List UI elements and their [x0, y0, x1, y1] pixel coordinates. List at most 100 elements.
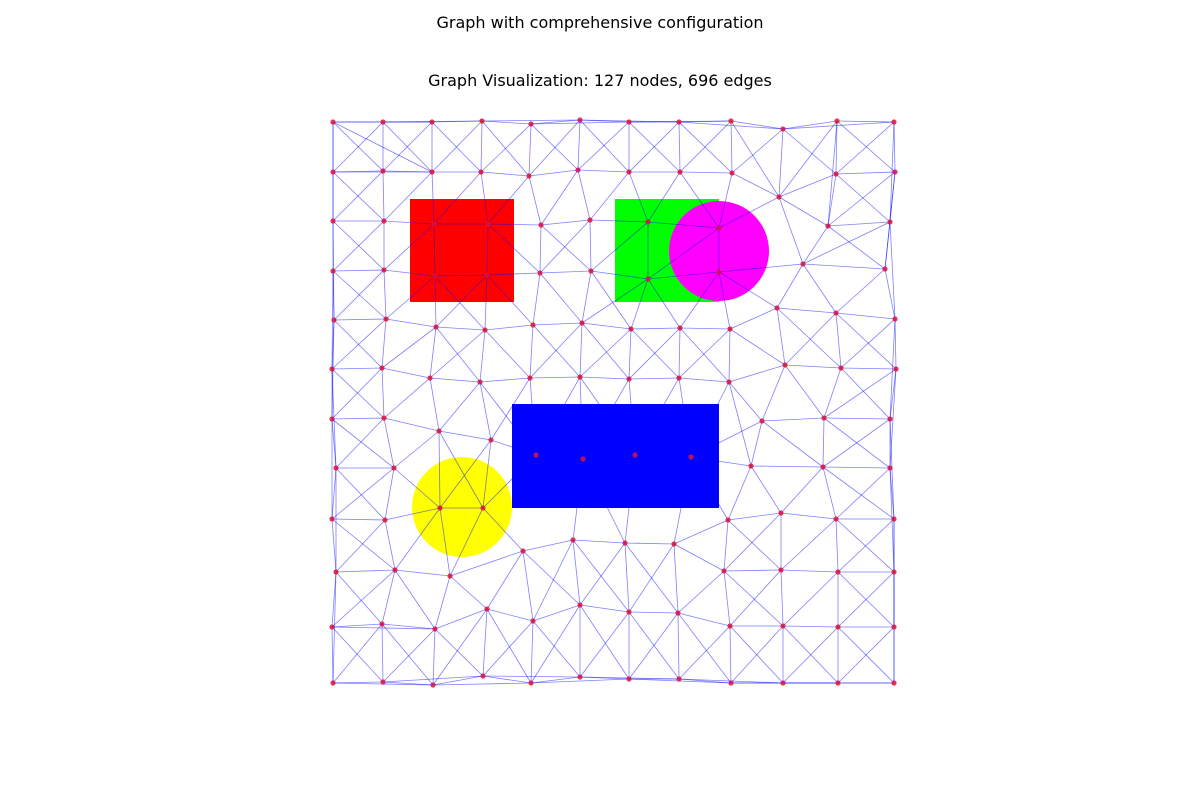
graph-edge [782, 120, 838, 130]
graph-node [520, 548, 526, 554]
graph-edge [540, 219, 591, 226]
graph-node [821, 415, 827, 421]
graph-edge [678, 121, 681, 173]
graph-node [800, 261, 806, 267]
graph-edge [438, 381, 481, 432]
graph-edge [431, 120, 483, 173]
graph-edge [480, 171, 530, 177]
graph-edge [482, 608, 488, 677]
graph-edge [822, 466, 891, 469]
graph-node [892, 316, 898, 322]
graph-edge [486, 608, 534, 622]
graph-edge [579, 604, 630, 613]
graph-edge [727, 465, 752, 521]
graph-edge [679, 327, 731, 330]
graph-edge [894, 318, 897, 370]
graph-node [835, 569, 841, 575]
graph-edge [529, 322, 583, 379]
graph-edge [429, 329, 486, 379]
graph-node [484, 272, 490, 278]
graph-edge [628, 612, 679, 680]
graph-node [676, 375, 682, 381]
graph-edge [728, 328, 731, 383]
graph-edge [579, 376, 630, 380]
graph-node [333, 569, 339, 575]
graph-edge [581, 270, 592, 324]
graph-edge [532, 539, 574, 622]
graph-edge [730, 120, 780, 198]
graph-node [833, 171, 839, 177]
graph-edge [729, 569, 782, 627]
graph-node [628, 326, 634, 332]
graph-node [780, 126, 786, 132]
graph-edge [393, 430, 440, 469]
graph-node [427, 375, 433, 381]
graph-node [330, 268, 336, 274]
graph-node [835, 680, 841, 686]
graph-node [430, 682, 436, 688]
graph-node [726, 379, 732, 385]
graph-edge [394, 569, 451, 577]
graph-node [838, 365, 844, 371]
graph-node [834, 118, 840, 124]
graph-edge [624, 542, 675, 545]
graph-edge [529, 376, 581, 379]
graph-edge [333, 269, 385, 321]
graph-edge [723, 569, 782, 572]
graph-edge [331, 417, 385, 420]
graph-node [727, 623, 733, 629]
graph-edge [335, 569, 396, 573]
graph-edge [331, 626, 384, 683]
graph-edge [429, 377, 440, 432]
graph-node [759, 418, 765, 424]
graph-edge [840, 367, 897, 370]
graph-node [782, 362, 788, 368]
graph-edge [479, 377, 531, 383]
graph-node [381, 267, 387, 273]
graph-node [429, 169, 435, 175]
graph-node [484, 606, 490, 612]
graph-node [833, 516, 839, 522]
graph-edge [778, 128, 784, 198]
graph-edge [579, 542, 626, 606]
graph-edge [532, 272, 541, 326]
graph-edge [835, 518, 839, 573]
graph-node [530, 618, 536, 624]
graph-edge [678, 327, 681, 379]
graph-edge [480, 120, 483, 173]
graph-edge [780, 569, 784, 627]
graph-edge [677, 612, 680, 680]
graph-node [380, 119, 386, 125]
graph-edge [731, 172, 780, 198]
graph-edge [835, 268, 886, 314]
graph-edge [383, 417, 395, 469]
graph-node [436, 428, 442, 434]
graph-node [538, 222, 544, 228]
graph-node [891, 624, 897, 630]
graph-edge [383, 417, 440, 432]
graph-node [330, 218, 336, 224]
graph-edge [522, 550, 534, 622]
graph-canvas [329, 117, 899, 688]
graph-node [478, 169, 484, 175]
graph-edge [577, 119, 581, 171]
graph-node [526, 173, 532, 179]
graph-edge [723, 519, 729, 572]
graph-edge [539, 219, 591, 274]
graph-edge [435, 326, 486, 331]
graph-edge [677, 612, 732, 684]
graph-edge [628, 328, 632, 380]
graph-edge [776, 307, 837, 314]
graph-edge [335, 571, 383, 625]
graph-node [480, 673, 486, 679]
graph-node [632, 452, 638, 458]
graph-node [587, 217, 593, 223]
graph-node [480, 505, 486, 511]
graph-node [778, 510, 784, 516]
graph-edge [528, 169, 579, 177]
graph-edge [581, 322, 630, 380]
graph-node [626, 676, 632, 682]
graph-edge [432, 628, 436, 686]
graph-node [835, 624, 841, 630]
graph-node [677, 169, 683, 175]
